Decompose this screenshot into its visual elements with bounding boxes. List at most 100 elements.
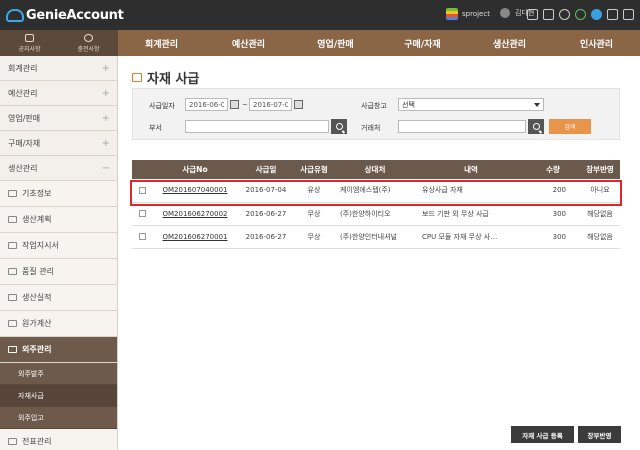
sidebar-sub-quality[interactable]: 품질 관리	[0, 259, 117, 285]
sidebar-item-purchasing[interactable]: 구매/자재 +	[0, 131, 117, 156]
table-row[interactable]: OM201607040001 2016-07-04 유상 케이엠에스텝(주) 유…	[132, 179, 620, 203]
folder-icon	[8, 438, 17, 445]
chevron-down-icon	[534, 102, 540, 107]
profile-icon[interactable]	[559, 9, 570, 20]
sidebar-sub-cost[interactable]: 원가계산	[0, 311, 117, 337]
table-row[interactable]: OM201606270002 2016-06-27 무상 (주)한양하이티오 보…	[132, 202, 620, 226]
quantity: 300	[526, 225, 580, 249]
folder-icon	[8, 268, 17, 275]
nav-sales[interactable]: 영업/판매	[292, 30, 379, 56]
warehouse-label: 사급창고	[361, 102, 387, 110]
sidebar-item-production[interactable]: 생산관리 −	[0, 156, 117, 181]
sidebar-sub-production-result[interactable]: 생산실적	[0, 285, 117, 311]
date-label: 사급일자	[149, 102, 175, 110]
column-header-supply-no: 사급No	[152, 160, 238, 179]
warehouse-select[interactable]: 선택	[398, 98, 544, 111]
date-from-input[interactable]	[185, 98, 228, 111]
date-to-input[interactable]	[249, 98, 292, 111]
copy-icon[interactable]	[543, 9, 554, 20]
vendor-input[interactable]	[398, 120, 526, 133]
supply-type: 무상	[294, 202, 334, 226]
supply-no-link[interactable]: OM201606270002	[163, 210, 228, 218]
row-checkbox[interactable]	[138, 186, 146, 194]
sidebar-sub-production-plan[interactable]: 생산계획	[0, 207, 117, 233]
logo-suffix: Account	[66, 7, 124, 23]
sidebar-item-outsource-order[interactable]: 외주발주	[0, 363, 117, 385]
partner-name: (주)한양인터내셔널	[334, 225, 416, 249]
collapse-icon: −	[101, 162, 110, 174]
folder-icon	[8, 216, 17, 223]
column-header-supply-date: 사급일	[238, 160, 294, 179]
quick-buttons: 공지사항 충전사항	[0, 30, 118, 56]
vendor-label: 거래처	[361, 124, 381, 132]
folder-icon	[8, 294, 17, 301]
column-header-checkbox	[132, 160, 152, 179]
table-header-row: 사급No 사급일 사급유형 상대처 내역 수량 장부반영	[132, 160, 620, 179]
sidebar-item-outsource-receipt[interactable]: 외주입고	[0, 407, 117, 429]
sidebar-item-budget[interactable]: 예산관리 +	[0, 81, 117, 106]
column-header-quantity: 수량	[526, 160, 580, 179]
nav-purchasing[interactable]: 구매/자재	[379, 30, 466, 56]
supply-date: 2016-07-04	[238, 179, 294, 203]
supply-no-link[interactable]: OM201606270001	[163, 233, 228, 241]
sidebar-item-accounting[interactable]: 회계관리 +	[0, 56, 117, 81]
column-header-supply-type: 사급유형	[294, 160, 334, 179]
supply-type: 유상	[294, 179, 334, 203]
logo-prefix: Genie	[26, 7, 67, 23]
gear-icon[interactable]	[591, 9, 602, 20]
charge-icon	[84, 33, 93, 42]
calendar-icon[interactable]	[294, 100, 303, 109]
description: 보드 기판 외 무상 사급	[416, 202, 526, 226]
department-search-button[interactable]	[331, 119, 347, 134]
nav-budget[interactable]: 예산관리	[205, 30, 292, 56]
sidebar-item-material-supply[interactable]: 자재사급	[0, 385, 117, 407]
expand-icon: +	[101, 62, 110, 74]
sidebar-sub-outsourcing[interactable]: 외주관리	[0, 337, 117, 363]
sidebar-sub-work-order[interactable]: 작업지시서	[0, 233, 117, 259]
document-icon[interactable]	[607, 9, 618, 20]
nav-accounting[interactable]: 회계관리	[118, 30, 205, 56]
row-checkbox[interactable]	[138, 233, 146, 240]
partner-name: 케이엠에스텝(주)	[334, 179, 416, 203]
sidebar-sub-basic-info[interactable]: 기초정보	[0, 181, 117, 207]
column-header-description: 내역	[416, 160, 526, 179]
nav-production[interactable]: 생산관리	[466, 30, 553, 56]
nav-hr[interactable]: 인사관리	[553, 30, 640, 56]
vendor-search-button[interactable]	[528, 119, 544, 134]
help-icon[interactable]	[623, 9, 634, 20]
description: CPU 모듈 자재 무상 사…	[416, 225, 526, 249]
folder-icon	[8, 242, 17, 249]
expand-icon: +	[101, 87, 110, 99]
window-icon[interactable]	[527, 9, 538, 20]
search-panel: 사급일자 ~ 사급창고 선택 부서 거래처 검색	[132, 88, 620, 140]
search-button[interactable]: 검색	[549, 119, 591, 134]
folder-icon	[8, 346, 17, 353]
supply-no-link[interactable]: OM201607040001	[163, 186, 228, 194]
company-name: sproject	[462, 10, 490, 18]
folder-icon	[8, 190, 17, 197]
date-range-separator: ~	[242, 101, 248, 109]
sidebar-sub-voucher[interactable]: 전표관리	[0, 429, 117, 450]
notice-button[interactable]: 공지사항	[0, 30, 59, 56]
calendar-icon[interactable]	[230, 100, 239, 109]
row-checkbox[interactable]	[138, 210, 146, 217]
table-row[interactable]: OM201606270001 2016-06-27 무상 (주)한양인터내셔널 …	[132, 225, 620, 249]
power-icon[interactable]	[575, 9, 586, 20]
main-nav: 회계관리 예산관리 영업/판매 구매/자재 생산관리 인사관리	[118, 30, 640, 56]
description: 유상사급 자재	[416, 179, 526, 203]
sidebar-item-sales[interactable]: 영업/판매 +	[0, 106, 117, 131]
top-icon-group	[527, 9, 634, 20]
app-logo[interactable]: GenieAccount	[6, 5, 124, 25]
column-header-partner: 상대처	[334, 160, 416, 179]
book-apply-button[interactable]: 장부반영	[578, 426, 621, 443]
register-supply-button[interactable]: 자재 사급 등록	[511, 426, 574, 443]
top-bar: GenieAccount sproject 김다현	[0, 0, 640, 30]
folder-icon	[8, 320, 17, 327]
sidebar: 회계관리 + 예산관리 + 영업/판매 + 구매/자재 + 생산관리 − 기초정보 생산계…	[0, 56, 118, 450]
quantity: 300	[526, 202, 580, 226]
supply-table: 사급No 사급일 사급유형 상대처 내역 수량 장부반영 OM201607040…	[132, 160, 620, 249]
charge-button[interactable]: 충전사항	[59, 30, 118, 56]
company-selector[interactable]: sproject	[446, 8, 490, 20]
quantity: 200	[526, 179, 580, 203]
department-input[interactable]	[185, 120, 329, 133]
